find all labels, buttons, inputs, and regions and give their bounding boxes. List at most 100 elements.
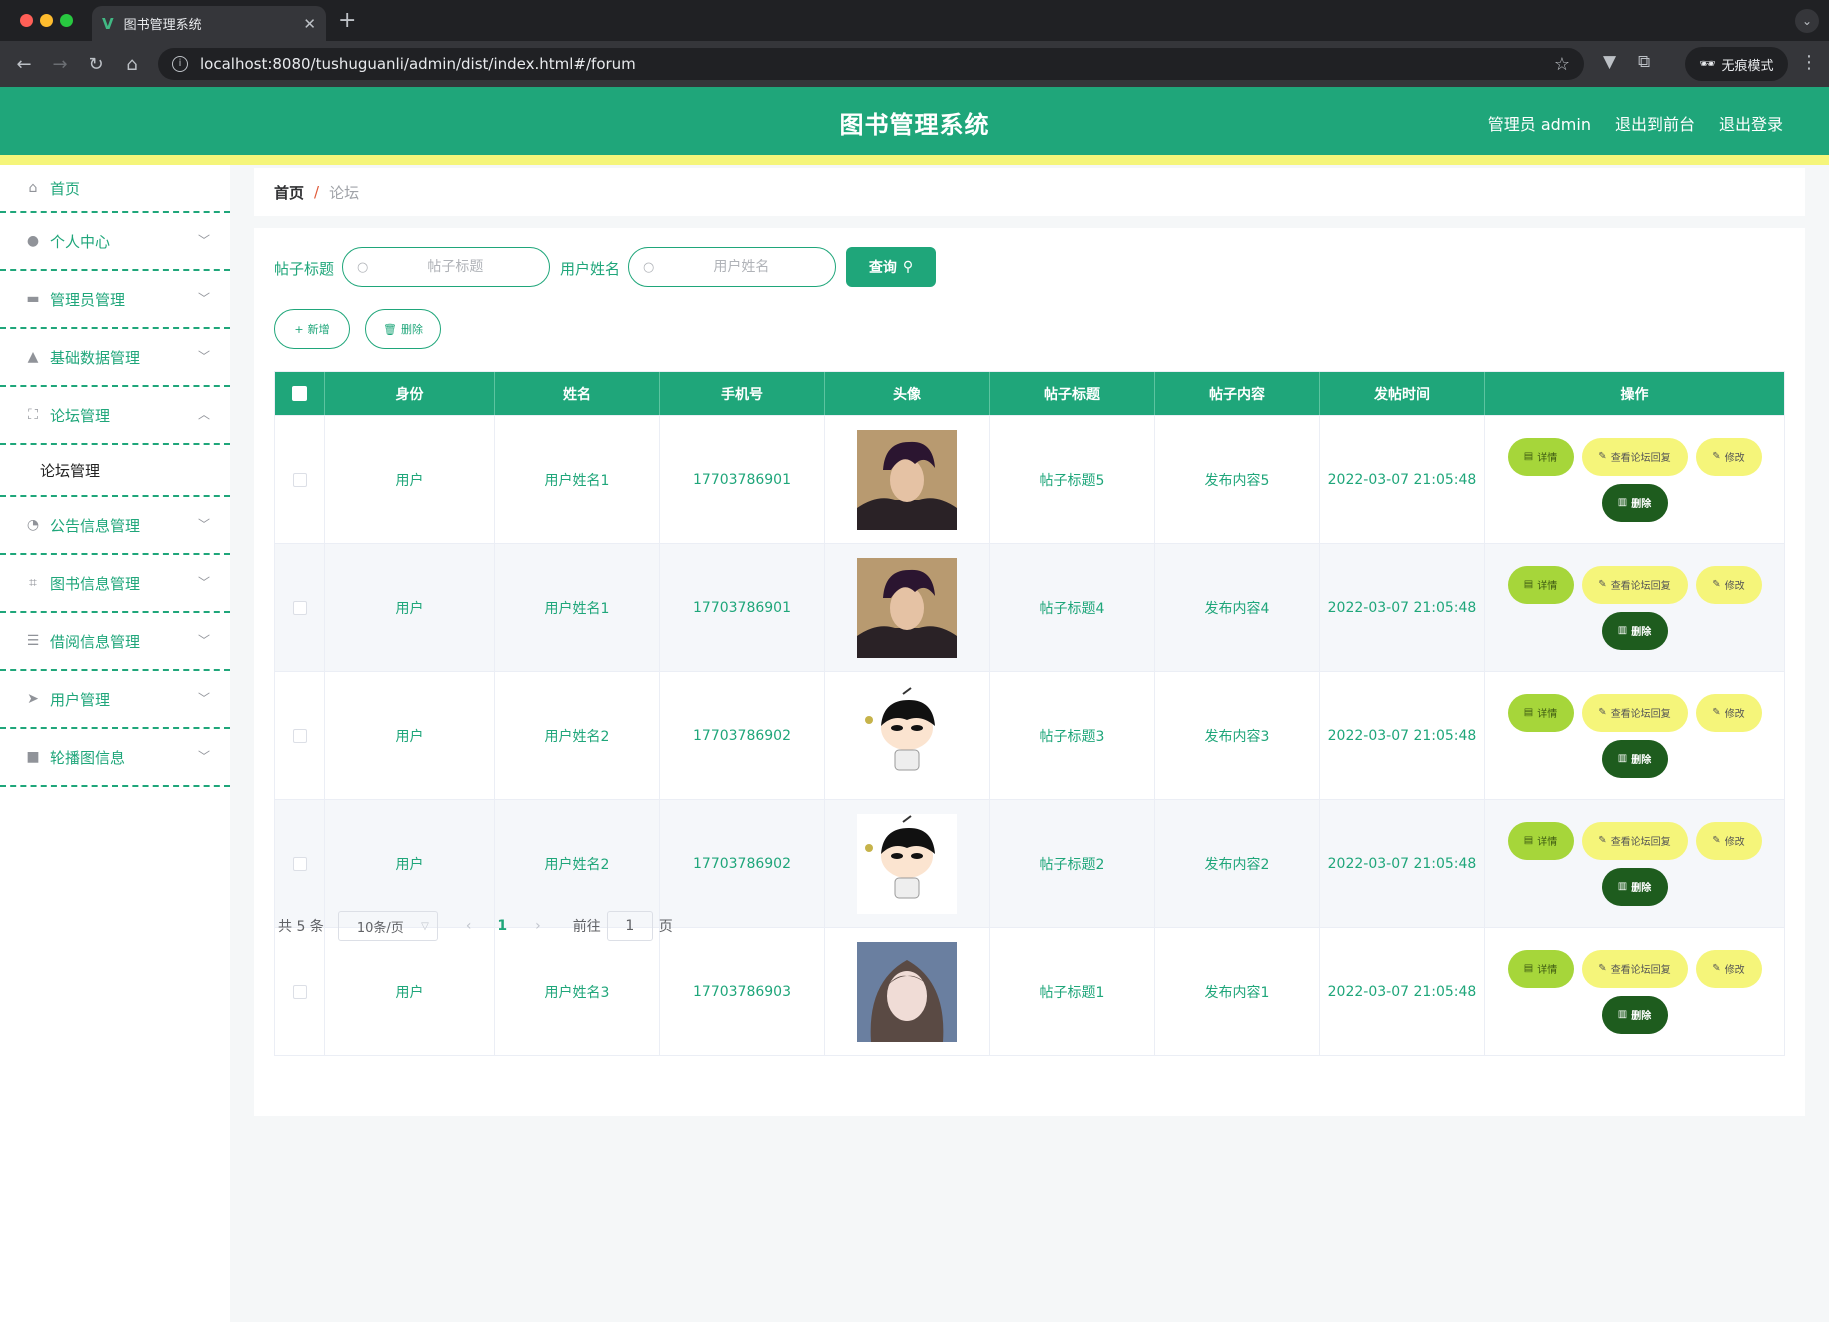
next-page-icon[interactable]: › <box>535 918 541 934</box>
query-button-label: 查询 <box>868 260 897 276</box>
detail-button[interactable]: ▤ 详情 <box>1507 437 1574 476</box>
batch-delete-button[interactable]: 🗑 删除 <box>365 309 441 349</box>
minimize-window-icon[interactable] <box>40 14 53 27</box>
sidebar-item-label: 公告信息管理 <box>50 516 141 535</box>
address-bar[interactable]: i localhost:8080/tushuguanli/admin/dist/… <box>158 48 1584 80</box>
detail-button[interactable]: ▤ 详情 <box>1507 949 1574 988</box>
chevron-down-icon: ﹀ <box>197 517 210 532</box>
column-header: 操作 <box>1620 386 1649 403</box>
avatar <box>857 557 957 658</box>
goto-label: 前往 <box>572 919 601 935</box>
delete-button[interactable]: ▥ 删除 <box>1601 611 1668 650</box>
view-replies-button[interactable]: ✎ 查看论坛回复 <box>1581 821 1688 860</box>
incognito-indicator[interactable]: 🕶 无痕模式 <box>1685 47 1788 81</box>
home-icon[interactable]: ⌂ <box>114 54 150 75</box>
edit-button-label: 修改 <box>1724 453 1745 464</box>
search-icon: ○ <box>643 259 655 275</box>
logout-link[interactable]: 退出登录 <box>1719 111 1783 135</box>
sidebar-item-admin[interactable]: ▬ 管理员管理 ﹀ <box>0 271 230 329</box>
site-info-icon[interactable]: i <box>172 56 188 72</box>
edit-button-label: 修改 <box>1724 965 1745 976</box>
delete-button[interactable]: ▥ 删除 <box>1601 995 1668 1034</box>
chevron-down-icon: ﹀ <box>197 575 210 590</box>
sidebar-item-profile[interactable]: ● 个人中心 ﹀ <box>0 213 230 271</box>
edit-button-label: 修改 <box>1724 709 1745 720</box>
sidebar-item-users[interactable]: ➤ 用户管理 ﹀ <box>0 671 230 729</box>
browser-toolbar: ← → ↻ ⌂ i localhost:8080/tushuguanli/adm… <box>0 41 1829 87</box>
new-tab-icon[interactable]: + <box>338 8 356 33</box>
select-all-checkbox[interactable] <box>292 386 307 401</box>
bookmark-star-icon[interactable]: ☆ <box>1554 54 1570 75</box>
pagination-total: 共 5 条 <box>278 919 324 935</box>
edit-button[interactable]: ✎ 修改 <box>1695 949 1762 988</box>
sidebar-item-books[interactable]: ⌗ 图书信息管理 ﹀ <box>0 555 230 613</box>
view-replies-button[interactable]: ✎ 查看论坛回复 <box>1581 437 1688 476</box>
delete-button-label: 删除 <box>1631 755 1652 766</box>
cell-post-time: 2022-03-07 21:05:48 <box>1320 800 1485 927</box>
maximize-window-icon[interactable] <box>60 14 73 27</box>
row-checkbox[interactable] <box>292 728 307 743</box>
extensions-icon[interactable]: ⧉ <box>1638 52 1650 72</box>
page-unit-label: 页 <box>658 919 673 935</box>
forum-table: 身份 姓名 手机号 头像 帖子标题 帖子内容 发帖时间 操作 用户 用户姓名1 17… <box>274 371 1785 1056</box>
detail-button[interactable]: ▤ 详情 <box>1507 821 1574 860</box>
title-search-input[interactable] <box>368 259 543 275</box>
forward-icon[interactable]: → <box>42 54 78 75</box>
sidebar-item-forum[interactable]: ⛶ 论坛管理 ︿ <box>0 387 230 445</box>
back-to-front-link[interactable]: 退出到前台 <box>1615 111 1695 135</box>
delete-button[interactable]: ▥ 删除 <box>1601 867 1668 906</box>
title-search-field[interactable]: ○ <box>342 247 550 287</box>
edit-button[interactable]: ✎ 修改 <box>1695 693 1762 732</box>
view-replies-button[interactable]: ✎ 查看论坛回复 <box>1581 949 1688 988</box>
sidebar-subitem-forum-management[interactable]: 论坛管理 <box>0 445 230 497</box>
row-checkbox[interactable] <box>292 600 307 615</box>
browser-menu-icon[interactable]: ⋮ <box>1800 52 1818 73</box>
breadcrumb-home[interactable]: 首页 <box>274 182 304 203</box>
row-checkbox[interactable] <box>292 984 307 999</box>
incognito-label: 无痕模式 <box>1721 58 1774 74</box>
trash-icon: ▥ <box>1617 753 1628 764</box>
vue-devtools-icon[interactable]: ▼ <box>1603 52 1616 72</box>
add-button[interactable]: + 新增 <box>274 309 350 349</box>
prev-page-icon[interactable]: ‹ <box>466 918 472 934</box>
detail-button[interactable]: ▤ 详情 <box>1507 693 1574 732</box>
name-search-field[interactable]: ○ <box>628 247 836 287</box>
sidebar: ⌂ 首页 ● 个人中心 ﹀ ▬ 管理员管理 ﹀ ▲ 基础数据管理 ﹀ ⛶ 论坛管… <box>0 165 230 1322</box>
edit-button[interactable]: ✎ 修改 <box>1695 565 1762 604</box>
reload-icon[interactable]: ↻ <box>78 54 114 75</box>
table-row: 用户 用户姓名1 17703786901 帖子标题4 发布内容4 2022-03-07 2… <box>275 543 1784 671</box>
sidebar-item-carousel[interactable]: ■ 轮播图信息 ﹀ <box>0 729 230 787</box>
edit-button[interactable]: ✎ 修改 <box>1695 437 1762 476</box>
delete-button[interactable]: ▥ 删除 <box>1601 483 1668 522</box>
tab-close-icon[interactable]: ✕ <box>303 15 316 33</box>
cell-post-content: 发布内容3 <box>1155 672 1320 799</box>
name-search-input[interactable] <box>654 259 829 275</box>
sidebar-item-label: 管理员管理 <box>50 290 126 309</box>
view-replies-button[interactable]: ✎ 查看论坛回复 <box>1581 693 1688 732</box>
sidebar-item-home[interactable]: ⌂ 首页 <box>0 165 230 213</box>
chevron-up-icon: ︿ <box>197 407 210 422</box>
close-window-icon[interactable] <box>20 14 33 27</box>
sidebar-item-notice[interactable]: ◔ 公告信息管理 ﹀ <box>0 497 230 555</box>
view-replies-button[interactable]: ✎ 查看论坛回复 <box>1581 565 1688 604</box>
cell-phone: 17703786903 <box>660 928 825 1055</box>
table-header: 身份 姓名 手机号 头像 帖子标题 帖子内容 发帖时间 操作 <box>275 372 1784 415</box>
query-button[interactable]: 查询 ⚲ <box>846 247 936 287</box>
page-size-select[interactable]: 10条/页 ▽ <box>337 911 438 941</box>
sidebar-item-basic-data[interactable]: ▲ 基础数据管理 ﹀ <box>0 329 230 387</box>
delete-button[interactable]: ▥ 删除 <box>1601 739 1668 778</box>
browser-tab[interactable]: V 图书管理系统 ✕ <box>92 6 326 41</box>
detail-button[interactable]: ▤ 详情 <box>1507 565 1574 604</box>
cell-role: 用户 <box>325 800 495 927</box>
sidebar-item-label: 首页 <box>50 179 81 198</box>
document-icon: ▤ <box>1523 707 1534 718</box>
goto-page-input[interactable]: 1 <box>606 911 653 941</box>
row-checkbox[interactable] <box>292 472 307 487</box>
edit-button[interactable]: ✎ 修改 <box>1695 821 1762 860</box>
tab-search-icon[interactable]: ⌄ <box>1795 9 1819 33</box>
back-icon[interactable]: ← <box>6 54 42 75</box>
page-number[interactable]: 1 <box>497 918 507 934</box>
add-button-label: 新增 <box>307 323 330 336</box>
row-checkbox[interactable] <box>292 856 307 871</box>
sidebar-item-borrow[interactable]: ☰ 借阅信息管理 ﹀ <box>0 613 230 671</box>
